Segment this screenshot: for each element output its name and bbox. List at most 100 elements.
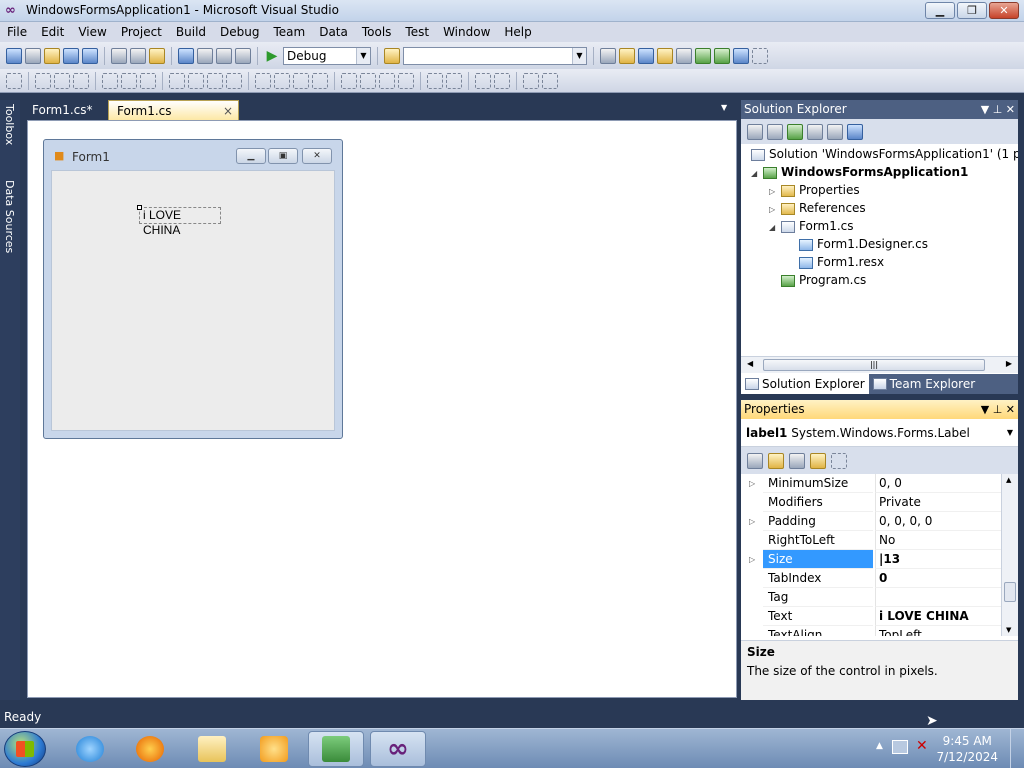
size-to-grid-icon[interactable] bbox=[188, 72, 204, 89]
increase-vertical-spacing-icon[interactable] bbox=[360, 72, 376, 89]
pin-icon[interactable]: ⊥ bbox=[993, 103, 1003, 116]
property-row-textalign[interactable]: TextAlign TopLeft bbox=[741, 626, 1001, 636]
events-lightning-icon[interactable] bbox=[810, 452, 826, 469]
menu-build[interactable]: Build bbox=[169, 22, 213, 42]
align-bottoms-icon[interactable] bbox=[140, 72, 156, 89]
solution-configuration-dropdown[interactable]: Debug ▼ bbox=[283, 46, 371, 65]
align-to-grid-icon[interactable] bbox=[6, 72, 22, 89]
toolbox-tab[interactable]: Toolbox bbox=[3, 104, 16, 145]
alphabetical-icon[interactable] bbox=[768, 452, 784, 469]
visual-studio-icon[interactable]: ∞ bbox=[370, 731, 426, 767]
toolbar-options-icon[interactable] bbox=[542, 72, 558, 89]
tree-node-form1-resx[interactable]: Form1.resx bbox=[799, 253, 884, 271]
pin-icon[interactable]: ⊥ bbox=[993, 403, 1003, 416]
align-lefts-icon[interactable] bbox=[35, 72, 51, 89]
expand-arrow-icon[interactable]: ▷ bbox=[749, 512, 755, 531]
tree-node-properties[interactable]: ▷ Properties bbox=[769, 181, 860, 199]
scroll-right-icon[interactable]: ▶ bbox=[1006, 359, 1012, 368]
data-sources-tab[interactable]: Data Sources bbox=[3, 180, 16, 253]
tab-form1-design[interactable]: Form1.cs [Design]* × bbox=[108, 100, 239, 138]
undo-icon[interactable] bbox=[178, 47, 194, 64]
close-button[interactable]: ✕ bbox=[989, 2, 1019, 19]
property-row-minimumsize[interactable]: ▷ MinimumSize 0, 0 bbox=[741, 474, 1001, 493]
form1-design-window[interactable]: ■ Form1 ▁ ▣ ✕ i LOVE CHINA bbox=[43, 139, 343, 439]
network-icon[interactable] bbox=[892, 740, 908, 754]
property-value[interactable]: 0, 0, 0, 0 bbox=[875, 512, 1001, 531]
collapse-arrow-icon[interactable]: ◢ bbox=[751, 165, 763, 183]
find-in-files-icon[interactable] bbox=[384, 47, 400, 64]
form-client-area[interactable]: i LOVE CHINA bbox=[51, 170, 335, 431]
firefox-icon[interactable] bbox=[122, 731, 178, 767]
tab-overflow-chevron-icon[interactable]: ▼ bbox=[721, 103, 727, 112]
show-all-files-icon[interactable] bbox=[767, 123, 783, 140]
menu-test[interactable]: Test bbox=[398, 22, 436, 42]
center-horizontally-icon[interactable] bbox=[427, 72, 443, 89]
close-icon[interactable]: ✕ bbox=[1006, 403, 1015, 416]
tree-node-program[interactable]: Program.cs bbox=[781, 271, 866, 289]
align-tops-icon[interactable] bbox=[102, 72, 118, 89]
cut-icon[interactable] bbox=[111, 47, 127, 64]
property-value[interactable]: 0, 0 bbox=[875, 474, 1001, 493]
properties-icon[interactable] bbox=[747, 123, 763, 140]
bring-to-front-icon[interactable] bbox=[475, 72, 491, 89]
menu-debug[interactable]: Debug bbox=[213, 22, 266, 42]
chevron-down-icon[interactable]: ▼ bbox=[981, 103, 989, 116]
toolbar-options-icon[interactable] bbox=[752, 47, 768, 64]
property-row-tabindex[interactable]: TabIndex 0 bbox=[741, 569, 1001, 588]
property-value-editor[interactable]: |13 bbox=[875, 550, 1001, 569]
clock[interactable]: 9:45 AM 7/12/2024 bbox=[936, 733, 998, 765]
collapse-arrow-icon[interactable]: ◢ bbox=[769, 219, 781, 237]
remove-vertical-spacing-icon[interactable] bbox=[398, 72, 414, 89]
menu-project[interactable]: Project bbox=[114, 22, 169, 42]
show-desktop-button[interactable] bbox=[1010, 729, 1022, 768]
property-row-righttoleft[interactable]: RightToLeft No bbox=[741, 531, 1001, 550]
property-value[interactable] bbox=[875, 588, 1001, 607]
tab-solution-explorer[interactable]: Solution Explorer bbox=[741, 374, 869, 394]
close-icon[interactable]: ✕ bbox=[1006, 103, 1015, 116]
scroll-down-icon[interactable]: ▼ bbox=[1006, 626, 1011, 634]
form-designer-surface[interactable]: ■ Form1 ▁ ▣ ✕ i LOVE CHINA bbox=[27, 120, 737, 698]
terminal-app-icon[interactable] bbox=[308, 731, 364, 767]
navigate-forward-icon[interactable] bbox=[235, 47, 251, 64]
menu-help[interactable]: Help bbox=[497, 22, 538, 42]
refresh-icon[interactable] bbox=[787, 123, 803, 140]
tree-node-solution[interactable]: Solution 'WindowsFormsApplication1' (1 p… bbox=[751, 145, 1018, 163]
view-code-icon[interactable] bbox=[807, 123, 823, 140]
redo-icon[interactable] bbox=[197, 47, 213, 64]
property-value[interactable]: Private bbox=[875, 493, 1001, 512]
show-hidden-icons-icon[interactable]: ▲ bbox=[876, 741, 883, 751]
scroll-left-icon[interactable]: ◀ bbox=[747, 359, 753, 368]
decrease-vertical-spacing-icon[interactable] bbox=[379, 72, 395, 89]
start-button[interactable] bbox=[4, 731, 46, 767]
expand-arrow-icon[interactable]: ▷ bbox=[749, 550, 755, 569]
align-rights-icon[interactable] bbox=[73, 72, 89, 89]
property-row-tag[interactable]: Tag bbox=[741, 588, 1001, 607]
property-row-size[interactable]: ▷ Size |13 bbox=[741, 550, 1001, 569]
restore-button[interactable]: ❐ bbox=[957, 2, 987, 19]
move-grip-handle[interactable] bbox=[137, 205, 142, 210]
volume-muted-icon[interactable]: ✕ bbox=[916, 738, 928, 754]
decrease-horizontal-spacing-icon[interactable] bbox=[293, 72, 309, 89]
property-row-text[interactable]: Text i LOVE CHINA bbox=[741, 607, 1001, 626]
property-value[interactable]: 0 bbox=[875, 569, 1001, 588]
menu-data[interactable]: Data bbox=[312, 22, 355, 42]
save-all-icon[interactable] bbox=[82, 47, 98, 64]
property-value[interactable]: No bbox=[875, 531, 1001, 550]
property-row-padding[interactable]: ▷ Padding 0, 0, 0, 0 bbox=[741, 512, 1001, 531]
extension-manager-icon[interactable] bbox=[714, 47, 730, 64]
command-window-icon[interactable] bbox=[733, 47, 749, 64]
start-page-icon[interactable] bbox=[695, 47, 711, 64]
menu-team[interactable]: Team bbox=[266, 22, 312, 42]
solution-explorer-icon[interactable] bbox=[600, 47, 616, 64]
minimize-button[interactable]: ▁ bbox=[925, 2, 955, 19]
increase-horizontal-spacing-icon[interactable] bbox=[274, 72, 290, 89]
new-project-icon[interactable] bbox=[6, 47, 22, 64]
menu-window[interactable]: Window bbox=[436, 22, 497, 42]
categorized-icon[interactable] bbox=[747, 452, 763, 469]
open-file-icon[interactable] bbox=[44, 47, 60, 64]
align-centers-icon[interactable] bbox=[54, 72, 70, 89]
class-diagram-icon[interactable] bbox=[847, 123, 863, 140]
send-to-back-icon[interactable] bbox=[494, 72, 510, 89]
menu-view[interactable]: View bbox=[71, 22, 113, 42]
property-pages-icon[interactable] bbox=[831, 452, 847, 469]
